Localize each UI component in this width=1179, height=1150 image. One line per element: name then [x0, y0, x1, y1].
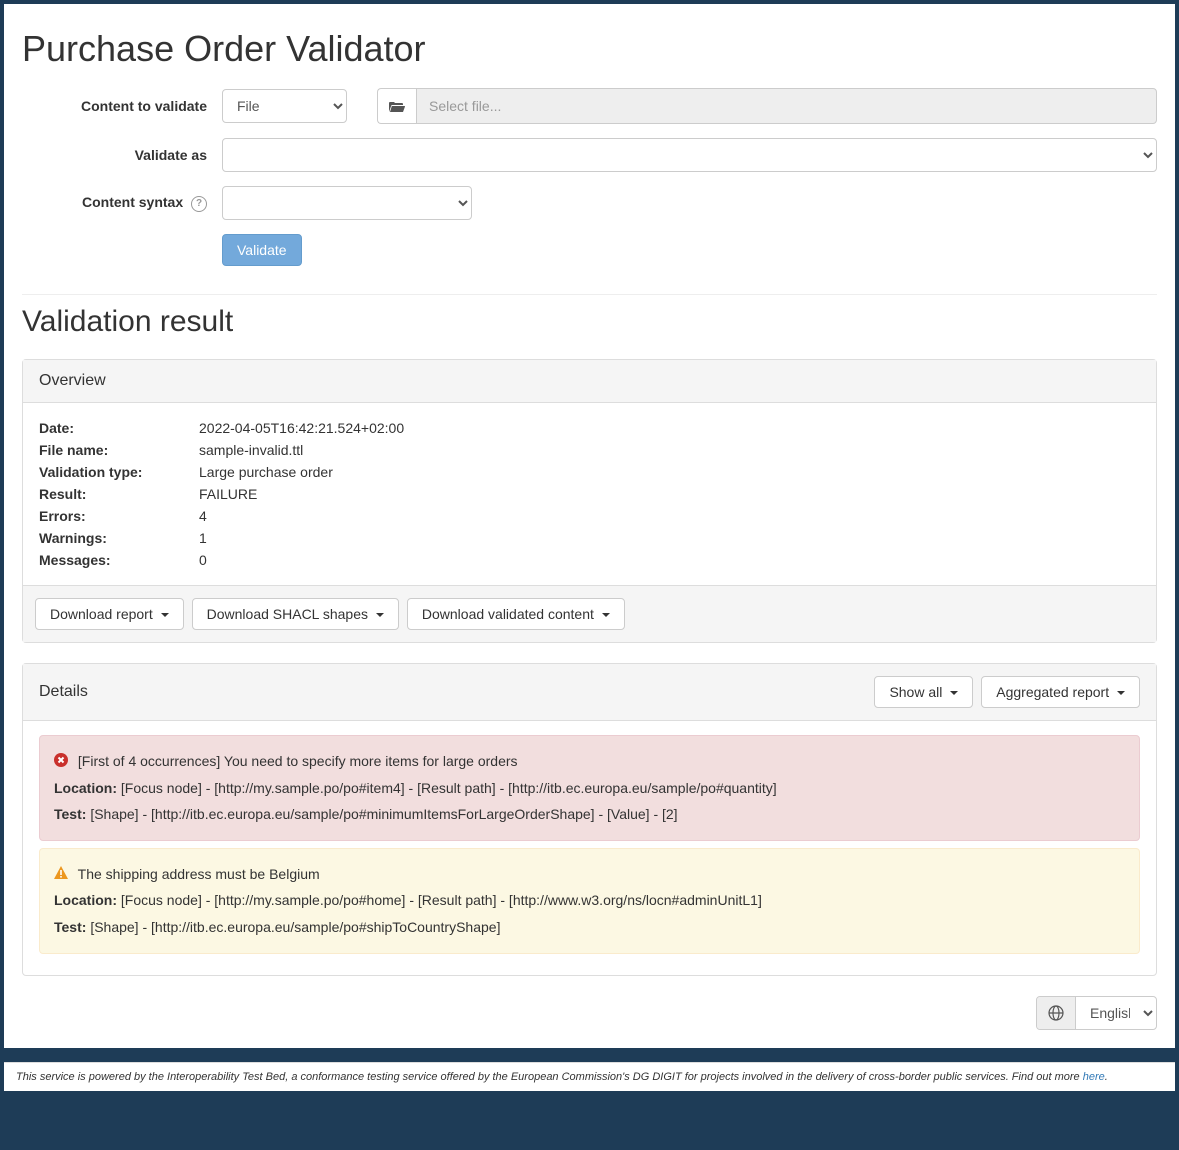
help-icon[interactable]: ? — [191, 196, 207, 212]
detail-item-error[interactable]: [First of 4 occurrences] You need to spe… — [39, 735, 1140, 841]
overview-heading: Overview — [23, 360, 1156, 403]
detail-msg: The shipping address must be Belgium — [78, 866, 320, 882]
detail-loc-value: [Focus node] - [http://my.sample.po/po#h… — [121, 892, 762, 908]
row-content: Content to validate File Select file... — [22, 88, 1157, 124]
download-shapes-button[interactable]: Download SHACL shapes — [192, 598, 399, 630]
ov-result-label: Result: — [39, 486, 199, 502]
footer-link[interactable]: here — [1083, 1071, 1105, 1083]
detail-loc-label: Location: — [54, 892, 117, 908]
detail-test-value: [Shape] - [http://itb.ec.europa.eu/sampl… — [90, 806, 677, 822]
aggregated-report-button[interactable]: Aggregated report — [981, 676, 1140, 708]
caret-down-icon — [602, 613, 610, 617]
ov-file-value: sample-invalid.ttl — [199, 442, 303, 458]
details-panel: Details Show all Aggregated report [Firs… — [22, 663, 1157, 976]
row-syntax: Content syntax ? — [22, 186, 1157, 220]
ov-date-value: 2022-04-05T16:42:21.524+02:00 — [199, 420, 404, 436]
error-circle-icon — [54, 753, 68, 767]
file-browse-button[interactable] — [377, 88, 416, 124]
ov-messages-label: Messages: — [39, 552, 199, 568]
caret-down-icon — [376, 613, 384, 617]
detail-test-label: Test: — [54, 919, 86, 935]
ov-file-label: File name: — [39, 442, 199, 458]
row-submit: Validate — [22, 234, 1157, 266]
ov-result-value: FAILURE — [199, 486, 257, 502]
detail-loc-label: Location: — [54, 780, 117, 796]
language-select[interactable]: English — [1076, 997, 1156, 1029]
detail-test-label: Test: — [54, 806, 86, 822]
footer: This service is powered by the Interoper… — [4, 1062, 1175, 1091]
label-content: Content to validate — [22, 98, 222, 114]
content-mode-select[interactable]: File — [222, 89, 347, 123]
ov-type-value: Large purchase order — [199, 464, 333, 480]
detail-item-warning[interactable]: The shipping address must be Belgium Loc… — [39, 848, 1140, 954]
overview-panel: Overview Date:2022-04-05T16:42:21.524+02… — [22, 359, 1157, 643]
ov-errors-label: Errors: — [39, 508, 199, 524]
details-heading: Details — [39, 683, 88, 701]
caret-down-icon — [1117, 691, 1125, 695]
detail-msg: [First of 4 occurrences] You need to spe… — [78, 753, 518, 769]
syntax-select[interactable] — [222, 186, 472, 220]
ov-date-label: Date: — [39, 420, 199, 436]
detail-test-value: [Shape] - [http://itb.ec.europa.eu/sampl… — [90, 919, 500, 935]
download-report-button[interactable]: Download report — [35, 598, 184, 630]
ov-errors-value: 4 — [199, 508, 207, 524]
download-content-button[interactable]: Download validated content — [407, 598, 625, 630]
caret-down-icon — [950, 691, 958, 695]
warning-triangle-icon — [54, 866, 68, 880]
label-syntax: Content syntax ? — [22, 194, 222, 211]
validate-as-select[interactable] — [222, 138, 1157, 172]
show-all-button[interactable]: Show all — [874, 676, 973, 708]
result-title: Validation result — [22, 305, 1157, 339]
language-bar: English — [22, 996, 1157, 1030]
folder-open-icon — [389, 100, 405, 112]
divider — [22, 294, 1157, 295]
page-title: Purchase Order Validator — [22, 4, 1157, 88]
row-validate-as: Validate as — [22, 138, 1157, 172]
detail-loc-value: [Focus node] - [http://my.sample.po/po#i… — [121, 780, 777, 796]
label-validate-as: Validate as — [22, 147, 222, 163]
caret-down-icon — [161, 613, 169, 617]
ov-warnings-label: Warnings: — [39, 530, 199, 546]
ov-type-label: Validation type: — [39, 464, 199, 480]
globe-icon — [1037, 997, 1076, 1029]
ov-messages-value: 0 — [199, 552, 207, 568]
validate-button[interactable]: Validate — [222, 234, 302, 266]
file-input[interactable]: Select file... — [416, 88, 1157, 124]
ov-warnings-value: 1 — [199, 530, 207, 546]
